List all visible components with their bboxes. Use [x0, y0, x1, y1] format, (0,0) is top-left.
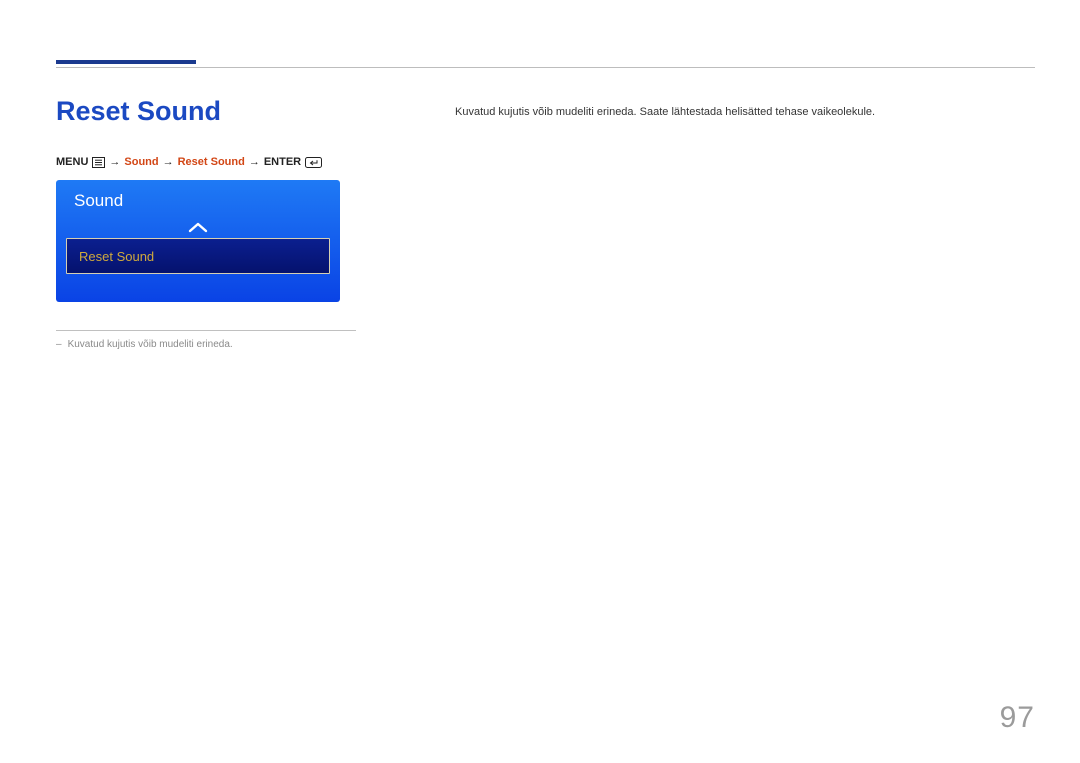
menu-icon — [92, 157, 105, 168]
footnote-text: Kuvatud kujutis võib mudeliti erineda. — [68, 339, 233, 350]
breadcrumb-sound: Sound — [124, 156, 158, 168]
page-title: Reset Sound — [56, 96, 221, 127]
osd-menu-item-label: Reset Sound — [79, 249, 154, 264]
page-number: 97 — [1000, 701, 1035, 735]
footnote-rule — [56, 330, 356, 331]
breadcrumb-reset-sound: Reset Sound — [178, 156, 245, 168]
accent-bar — [56, 60, 196, 64]
breadcrumb: MENU → Sound → Reset Sound → ENTER — [56, 156, 322, 168]
osd-panel-title: Sound — [74, 191, 123, 211]
breadcrumb-menu-label: MENU — [56, 156, 88, 168]
osd-menu-item-reset-sound[interactable]: Reset Sound — [66, 238, 330, 274]
footnote: – Kuvatud kujutis võib mudeliti erineda. — [56, 339, 233, 350]
body-text: Kuvatud kujutis võib mudeliti erineda. S… — [455, 106, 875, 118]
top-rule — [56, 67, 1035, 68]
breadcrumb-arrow-1: → — [109, 156, 120, 168]
breadcrumb-enter-label: ENTER — [264, 156, 301, 168]
osd-panel: Sound Reset Sound — [56, 180, 340, 302]
breadcrumb-arrow-2: → — [163, 156, 174, 168]
footnote-dash: – — [56, 339, 62, 350]
breadcrumb-arrow-3: → — [249, 156, 260, 168]
chevron-up-icon[interactable] — [188, 220, 208, 238]
enter-icon — [305, 157, 322, 168]
